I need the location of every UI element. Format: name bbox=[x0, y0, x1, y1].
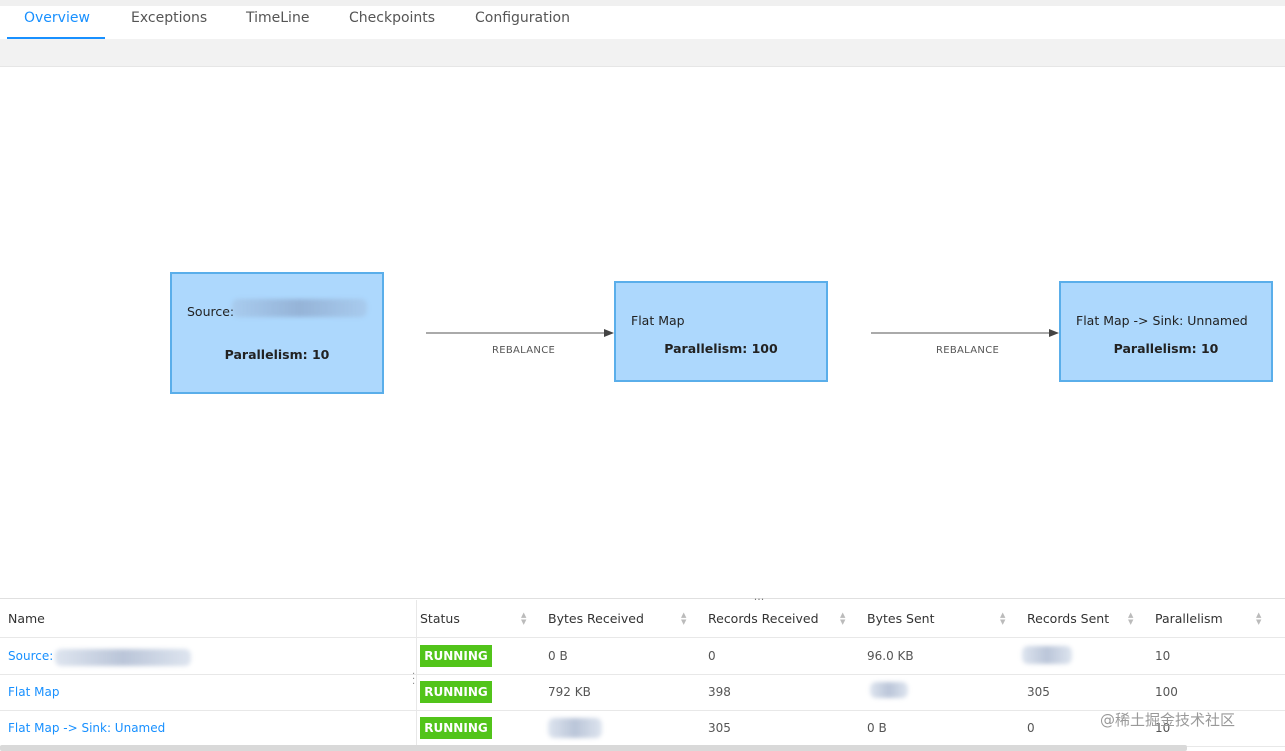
column-header-name[interactable]: Name bbox=[8, 611, 45, 626]
records-sent: 305 bbox=[1027, 685, 1050, 699]
tab-configuration[interactable]: Configuration bbox=[475, 10, 570, 26]
records-received: 305 bbox=[708, 721, 731, 735]
records-sent: 0 bbox=[1027, 721, 1035, 735]
bytes-sent: 96.0 KB bbox=[867, 649, 914, 663]
redacted-blur bbox=[232, 299, 367, 317]
tab-overview[interactable]: Overview bbox=[24, 10, 90, 26]
edge-label: REBALANCE bbox=[936, 345, 1000, 356]
table-header: Name Status ▲ ▼ Bytes Received ▲ ▼ Records… bbox=[0, 600, 1285, 638]
parallelism: 10 bbox=[1155, 649, 1171, 663]
records-received: 0 bbox=[708, 649, 716, 663]
node-parallelism: Parallelism: 10 bbox=[1113, 341, 1219, 356]
vertex-table: Name Status ▲ ▼ Bytes Received ▲ ▼ Records… bbox=[0, 600, 1285, 751]
table-row[interactable]: Flat Map RUNNING 792 KB 398 305 100 bbox=[0, 674, 1285, 711]
column-header-status[interactable]: Status bbox=[420, 611, 460, 626]
job-graph[interactable]: Source: Parallelism: 10 Flat Map Paralle… bbox=[0, 67, 1285, 597]
records-received: 398 bbox=[708, 685, 731, 699]
status-badge: RUNNING bbox=[420, 681, 492, 703]
redacted-blur bbox=[548, 718, 602, 738]
table-row[interactable]: Flat Map -> Sink: Unamed RUNNING 305 0 B… bbox=[0, 710, 1285, 747]
watermark: @稀土掘金技术社区 bbox=[1100, 711, 1236, 729]
column-header-bytes-received[interactable]: Bytes Received bbox=[548, 611, 644, 626]
sort-icon[interactable]: ▲ ▼ bbox=[681, 612, 689, 626]
node-name: Flat Map -> Sink: Unnamed bbox=[1076, 313, 1248, 328]
redacted-blur bbox=[870, 682, 908, 698]
graph-node-source[interactable]: Source: Parallelism: 10 bbox=[170, 272, 384, 394]
node-parallelism: Parallelism: 100 bbox=[664, 341, 778, 356]
sub-toolbar bbox=[0, 39, 1285, 67]
sort-icon[interactable]: ▲ ▼ bbox=[1256, 612, 1264, 626]
column-header-records-sent[interactable]: Records Sent bbox=[1027, 611, 1109, 626]
vertex-name-link[interactable]: Flat Map bbox=[8, 685, 59, 699]
tab-bar: Overview Exceptions TimeLine Checkpoints… bbox=[0, 6, 1285, 39]
edge-label: REBALANCE bbox=[492, 345, 556, 356]
graph-node-flatmap[interactable]: Flat Map Parallelism: 100 bbox=[614, 281, 828, 382]
column-header-records-received[interactable]: Records Received bbox=[708, 611, 819, 626]
panel-splitter[interactable] bbox=[0, 598, 1285, 599]
redacted-blur bbox=[55, 649, 191, 666]
sort-icon[interactable]: ▲ ▼ bbox=[521, 612, 529, 626]
sort-icon[interactable]: ▲ ▼ bbox=[840, 612, 848, 626]
status-badge: RUNNING bbox=[420, 645, 492, 667]
bytes-received: 792 KB bbox=[548, 685, 591, 699]
node-parallelism: Parallelism: 10 bbox=[224, 347, 330, 362]
vertex-name-link[interactable]: Source: bbox=[8, 649, 53, 663]
table-row[interactable]: Source: RUNNING 0 B 0 96.0 KB 10 bbox=[0, 638, 1285, 675]
bytes-received: 0 B bbox=[548, 649, 568, 663]
column-header-parallelism[interactable]: Parallelism bbox=[1155, 611, 1223, 626]
node-name: Source: bbox=[187, 304, 235, 319]
sort-icon[interactable]: ▲ ▼ bbox=[1000, 612, 1008, 626]
graph-node-flatmap-sink[interactable]: Flat Map -> Sink: Unnamed Parallelism: 1… bbox=[1059, 281, 1273, 382]
column-header-bytes-sent[interactable]: Bytes Sent bbox=[867, 611, 935, 626]
node-name: Flat Map bbox=[631, 313, 685, 328]
tab-checkpoints[interactable]: Checkpoints bbox=[349, 10, 435, 26]
parallelism: 100 bbox=[1155, 685, 1178, 699]
redacted-blur bbox=[1022, 646, 1072, 664]
horizontal-scrollbar[interactable] bbox=[0, 745, 1187, 751]
bytes-sent: 0 B bbox=[867, 721, 887, 735]
vertex-name-link[interactable]: Flat Map -> Sink: Unamed bbox=[8, 721, 165, 735]
tab-exceptions[interactable]: Exceptions bbox=[131, 10, 207, 26]
sort-icon[interactable]: ▲ ▼ bbox=[1128, 612, 1136, 626]
status-badge: RUNNING bbox=[420, 717, 492, 739]
tab-timeline[interactable]: TimeLine bbox=[246, 10, 309, 26]
column-drag-handle[interactable]: · · · bbox=[412, 670, 420, 690]
